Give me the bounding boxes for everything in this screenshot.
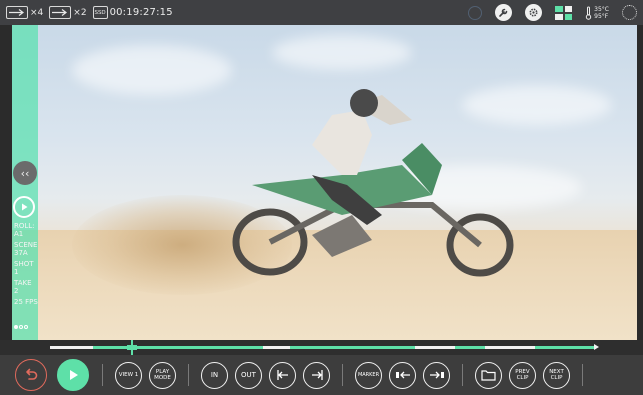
layout-grid-icon[interactable] [555,5,573,20]
timeline-clip-segment [535,346,595,349]
temperature-fahrenheit: 95°F [594,12,609,20]
in-label: IN [210,371,219,379]
speed-fwd-4[interactable]: ×4 [6,6,43,19]
undo-button[interactable] [15,359,47,391]
playhead-knob[interactable] [127,345,137,350]
speed-fwd-2[interactable]: ×2 [49,6,87,19]
take-value: 2 [14,287,19,295]
video-preview[interactable] [12,25,637,340]
transport-controls: VIEW 1 PLAY MODE IN OUT MARKER PREV CLIP… [0,355,643,395]
play-icon [70,370,78,380]
next-marker-button[interactable] [423,361,450,389]
next-marker-icon [429,371,444,379]
sidebar-play-button[interactable] [13,196,35,218]
undo-icon [26,368,38,380]
timeline-clip-segment [93,346,263,349]
shot-label: SHOT [14,260,34,268]
roll-label: ROLL: [14,222,35,230]
roll-value: A1 [14,230,24,238]
go-to-out-button[interactable] [303,361,330,389]
folder-button[interactable] [475,361,502,389]
folder-icon [481,370,496,381]
take-label: TAKE [14,279,32,287]
view-button[interactable]: VIEW 1 [115,361,142,389]
timecode: 00:19:27:15 [109,7,173,18]
timeline-scrubber[interactable] [0,340,643,355]
next-clip-button[interactable]: NEXT CLIP [543,361,570,389]
page-dot[interactable] [24,325,28,329]
go-to-in-button[interactable] [269,361,296,389]
shot-value: 1 [14,268,19,276]
speed-fwd-2-label: ×2 [73,7,87,18]
wrench-icon[interactable] [495,4,513,21]
gear-icon[interactable] [525,4,543,21]
divider [188,364,189,386]
page-dot[interactable] [14,325,18,329]
marker-button[interactable]: MARKER [355,361,382,389]
in-point-button[interactable]: IN [201,361,228,389]
timeline-end-marker [594,344,599,350]
out-label: OUT [241,371,256,379]
play-mode-button[interactable]: PLAY MODE [149,361,176,389]
scene-value: 37A [14,249,28,257]
media-indicator: SSD 00:19:27:15 [92,6,173,19]
arrow-right-icon [6,6,28,19]
divider [582,364,583,386]
play-icon [22,203,28,211]
scene-label: SCENE [14,241,38,249]
arrow-right-icon [49,6,72,19]
divider [462,364,463,386]
prev-clip-button[interactable]: PREV CLIP [509,361,536,389]
page-dot[interactable] [19,325,23,329]
prev-marker-button[interactable] [389,361,416,389]
out-point-button[interactable]: OUT [235,361,262,389]
timeline-clip-segment [455,346,485,349]
speed-fwd-4-label: ×4 [30,7,44,18]
temperature: 35°C 95°F [585,6,609,20]
motorcycle-rider-image [232,89,514,277]
status-circle-icon [468,5,483,20]
ssd-icon: SSD [92,6,108,19]
collapse-sidebar-button[interactable]: ‹‹ [13,161,37,185]
page-indicator[interactable] [14,325,28,329]
top-status-bar: ×4 ×2 SSD 00:19:27:15 35°C 95°F [0,0,643,25]
timeline-clip-segment [290,346,415,349]
prev-marker-icon [395,371,410,379]
arrow-left-bar-icon [276,370,288,380]
arrow-right-bar-icon [311,370,323,380]
thermometer-icon [585,6,592,20]
divider [342,364,343,386]
play-button[interactable] [57,359,89,391]
divider [102,364,103,386]
temperature-celsius: 35°C [594,5,609,13]
clip-metadata: ROLL: A1 SCENE 37A SHOT 1 TAKE 2 25 FPS [14,222,38,306]
fps-value: 25 FPS [14,298,38,306]
fullscreen-icon[interactable] [622,5,637,20]
